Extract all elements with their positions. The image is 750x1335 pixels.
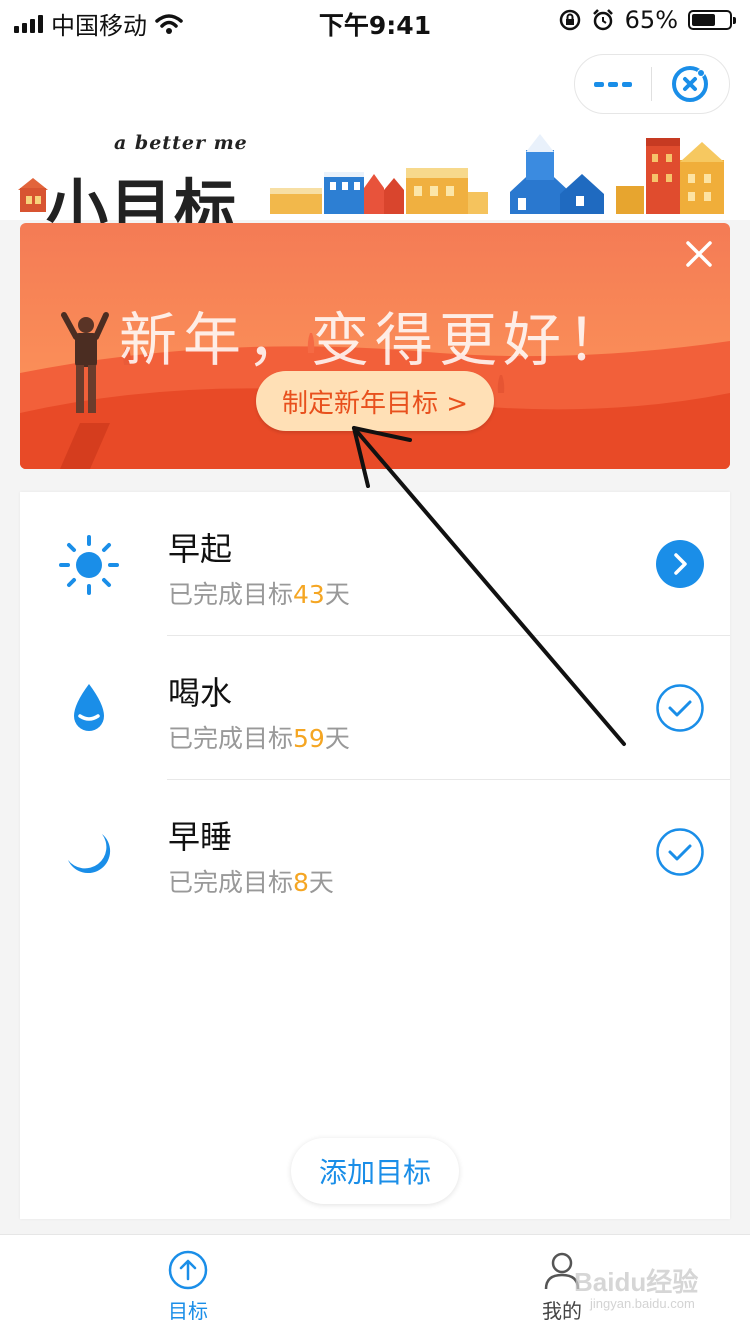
arrow-up-circle-icon bbox=[168, 1250, 208, 1290]
moon-icon bbox=[58, 822, 120, 884]
status-bar: 中国移动 下午9:41 65% bbox=[0, 0, 750, 40]
banner-title: 新年，变得更好！ bbox=[118, 306, 631, 374]
goal-progress: 已完成目标43天 bbox=[168, 580, 350, 609]
close-program-icon[interactable] bbox=[652, 64, 728, 104]
goal-row-early-rise[interactable]: 早起 已完成目标43天 bbox=[20, 492, 730, 636]
goal-progress: 已完成目标8天 bbox=[168, 868, 334, 897]
battery-icon bbox=[688, 10, 736, 30]
baidu-watermark-url: jingyan.baidu.com bbox=[590, 1296, 695, 1311]
tab-label: 目标 bbox=[168, 1299, 208, 1323]
goal-name: 早睡 bbox=[168, 818, 233, 856]
goal-days-count: 59 bbox=[293, 724, 325, 753]
goal-days-count: 8 bbox=[293, 868, 309, 897]
check-circle-icon[interactable] bbox=[656, 828, 704, 876]
add-goal-button[interactable]: 添加目标 bbox=[291, 1138, 459, 1204]
goal-name: 早起 bbox=[168, 530, 233, 568]
mini-program-capsule bbox=[574, 54, 730, 114]
check-circle-icon[interactable] bbox=[656, 684, 704, 732]
rotation-lock-icon bbox=[559, 9, 580, 31]
goal-progress: 已完成目标59天 bbox=[168, 724, 350, 753]
chevron-right-circle-icon[interactable] bbox=[656, 540, 704, 588]
alarm-icon bbox=[592, 9, 613, 31]
battery-percent: 65% bbox=[624, 6, 678, 34]
goal-name: 喝水 bbox=[168, 674, 233, 712]
goal-list-card: 早起 已完成目标43天 喝水 已完成目标59天 早睡 已完成目标8天 添加目标 bbox=[20, 492, 730, 1219]
tab-label: 我的 bbox=[542, 1299, 582, 1323]
logo-subtitle: a better me bbox=[114, 132, 248, 154]
new-year-banner[interactable]: 新年，变得更好！ 制定新年目标 > bbox=[20, 223, 730, 469]
goal-row-drink-water[interactable]: 喝水 已完成目标59天 bbox=[20, 636, 730, 780]
more-menu-icon[interactable] bbox=[575, 81, 651, 87]
goal-row-early-sleep[interactable]: 早睡 已完成目标8天 bbox=[20, 780, 730, 924]
app-header: a better me 小目标 bbox=[0, 40, 750, 245]
goal-days-count: 43 bbox=[293, 580, 325, 609]
tab-goals[interactable]: 目标 bbox=[128, 1249, 248, 1324]
close-banner-icon[interactable] bbox=[682, 237, 716, 271]
water-drop-icon bbox=[58, 678, 120, 740]
baidu-watermark: Baidu经验 bbox=[574, 1267, 699, 1297]
sun-icon bbox=[58, 534, 120, 596]
set-new-year-goal-button[interactable]: 制定新年目标 > bbox=[256, 371, 494, 431]
